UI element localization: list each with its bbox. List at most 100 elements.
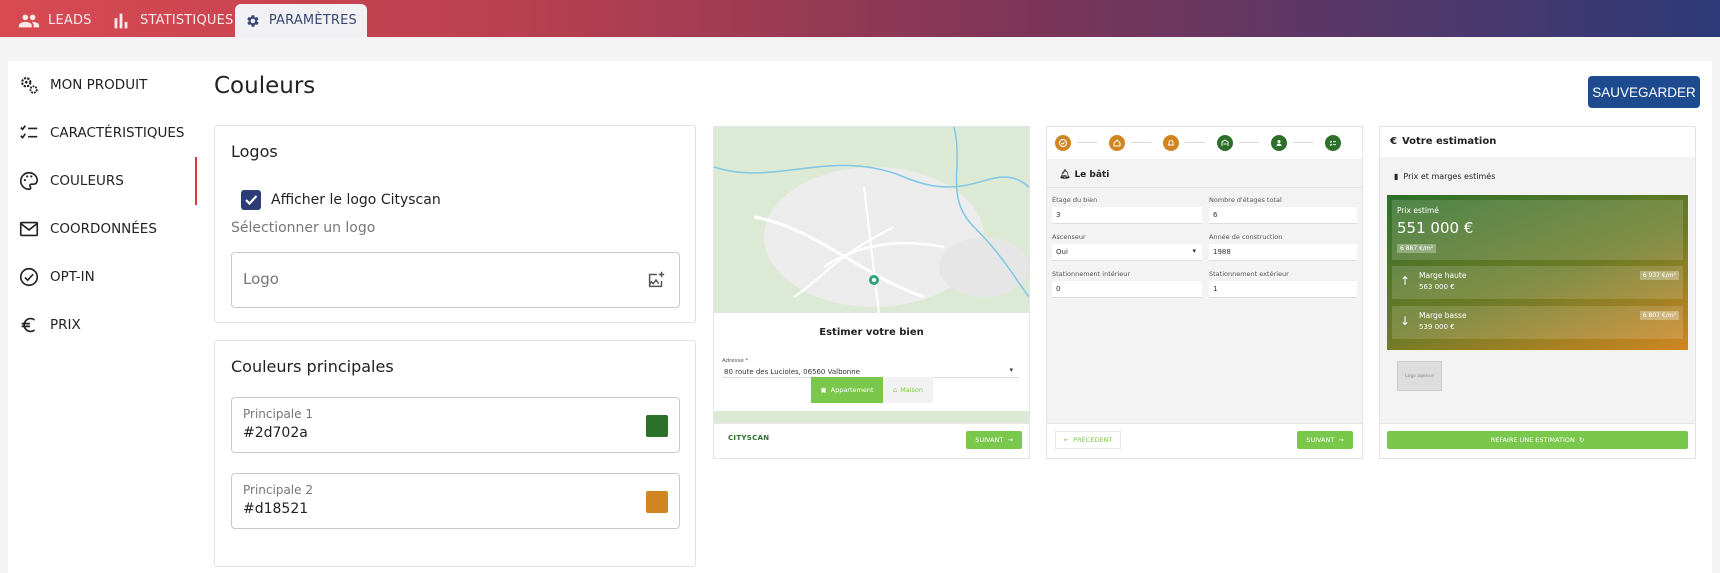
- check-circle-icon: [19, 267, 39, 287]
- sidebar-item-label: COORDONNÉES: [50, 221, 157, 237]
- palette-icon: [20, 171, 39, 191]
- estimated-price-panel: Prix estimé 551 000 € 6 887 €/m²: [1392, 200, 1683, 260]
- step-connector: [1131, 142, 1151, 143]
- tab-statistiques[interactable]: STATISTIQUES: [100, 4, 243, 37]
- next-label: SUIVANT: [1306, 436, 1335, 444]
- show-cityscan-logo-checkbox[interactable]: [241, 190, 261, 210]
- high-margin-m2-badge: 6 937 €/m²: [1639, 271, 1679, 280]
- address-value: 80 route des Lucioles, 06560 Valbonne: [724, 368, 860, 376]
- elevator-label: Ascenseur: [1052, 233, 1086, 241]
- tab-parametres[interactable]: PARAMÈTRES: [235, 4, 367, 37]
- section-title-text: Le bâti: [1074, 170, 1110, 180]
- tab-leads[interactable]: LEADS: [8, 4, 102, 37]
- price-label: Prix estimé: [1397, 206, 1439, 215]
- show-cityscan-logo-label: Afficher le logo Cityscan: [271, 192, 441, 208]
- add-image-icon[interactable]: [645, 269, 667, 291]
- elevator-select[interactable]: Ascenseur Oui ▾: [1052, 233, 1202, 261]
- arrow-right-icon: →: [1338, 436, 1344, 444]
- agency-logo-placeholder: Logo agence: [1397, 361, 1442, 391]
- outdoor-parking-value: 1: [1213, 285, 1218, 293]
- step-checklist-icon: [1325, 135, 1341, 151]
- primary-color-2-label: Principale 2: [243, 483, 313, 497]
- previous-button[interactable]: ← PRÉCÉDENT: [1055, 431, 1121, 449]
- total-floors-field[interactable]: Nombre d'étages total 6: [1209, 196, 1357, 224]
- primary-color-1-label: Principale 1: [243, 407, 313, 421]
- people-icon: [18, 14, 40, 27]
- map-image: [714, 127, 1029, 313]
- step-done-icon: [1055, 135, 1071, 151]
- step-house-icon: [1109, 135, 1125, 151]
- type-appartement-label: Appartement: [830, 386, 874, 394]
- building-icon: ▣: [820, 386, 827, 394]
- check-icon: [245, 195, 258, 206]
- stepper: [1047, 127, 1362, 159]
- result-title: € Votre estimation: [1390, 136, 1496, 147]
- elevator-value: Oui: [1056, 248, 1068, 256]
- indoor-parking-value: 0: [1056, 285, 1061, 293]
- result-title-text: Votre estimation: [1401, 136, 1497, 147]
- sidebar-item-caracteristiques[interactable]: CARACTÉRISTIQUES: [18, 118, 184, 148]
- select-logo-label: Sélectionner un logo: [231, 220, 376, 236]
- map-strip: [714, 411, 1029, 423]
- mail-icon: [19, 221, 39, 237]
- primary-color-1-swatch[interactable]: [646, 415, 668, 437]
- bell-icon: 🔔︎: [1059, 170, 1071, 180]
- indoor-parking-field[interactable]: Stationnement intérieur 0: [1052, 270, 1202, 298]
- primary-color-2-value: #d18521: [243, 501, 309, 517]
- tab-label: STATISTIQUES: [140, 13, 234, 28]
- logo-upload-field[interactable]: Logo: [231, 252, 680, 308]
- sidebar-item-mon-produit[interactable]: MON PRODUIT: [18, 70, 147, 100]
- result-subtitle-text: Prix et marges estimés: [1403, 172, 1496, 181]
- gear-icon: [247, 14, 259, 27]
- estimate-box: Prix estimé 551 000 € 6 887 €/m² ↑ Marge…: [1387, 195, 1688, 350]
- agency-logo-text: Logo agence: [1405, 373, 1434, 379]
- outdoor-parking-label: Stationnement extérieur: [1209, 270, 1289, 278]
- chevron-down-icon[interactable]: ▾: [1009, 366, 1013, 374]
- primary-color-1-field[interactable]: Principale 1 #2d702a: [231, 397, 680, 453]
- arrow-down-icon: ↓: [1400, 314, 1411, 328]
- save-button[interactable]: SAUVEGARDER: [1588, 76, 1700, 108]
- gears-icon: [21, 77, 38, 94]
- estimate-title: Estimer votre bien: [819, 327, 924, 338]
- refresh-icon: ↻: [1578, 436, 1585, 444]
- outdoor-parking-field[interactable]: Stationnement extérieur 1: [1209, 270, 1357, 298]
- sidebar-item-couleurs[interactable]: COULEURS: [18, 166, 124, 196]
- sidebar-item-prix[interactable]: PRIX: [18, 310, 81, 340]
- step-connector: [1239, 142, 1259, 143]
- bar-chart-icon: [114, 13, 128, 28]
- cityscan-logo-text: CITYSCAN: [728, 434, 770, 442]
- sidebar-item-opt-in[interactable]: OPT-IN: [18, 262, 95, 292]
- logos-title: Logos: [231, 142, 278, 161]
- tab-label: PARAMÈTRES: [268, 13, 357, 28]
- arrow-left-icon: ←: [1063, 436, 1070, 444]
- sidebar-item-coordonnees[interactable]: COORDONNÉES: [18, 214, 157, 244]
- next-button[interactable]: SUIVANT →: [1297, 431, 1353, 449]
- logos-card: Logos Afficher le logo Cityscan Sélectio…: [214, 125, 696, 323]
- primary-color-2-field[interactable]: Principale 2 #d18521: [231, 473, 680, 529]
- top-navigation-bar: LEADS STATISTIQUES PARAMÈTRES: [0, 0, 1720, 37]
- step-garage-icon: [1217, 135, 1233, 151]
- construction-year-field[interactable]: Année de construction 1988: [1209, 233, 1357, 261]
- previous-label: PRÉCÉDENT: [1073, 436, 1113, 444]
- indoor-parking-label: Stationnement intérieur: [1052, 270, 1131, 278]
- primary-color-2-swatch[interactable]: [646, 491, 668, 513]
- type-maison-button[interactable]: ⌂ Maison: [883, 377, 933, 403]
- price-value: 551 000 €: [1397, 219, 1474, 237]
- type-appartement-button[interactable]: ▣ Appartement: [811, 377, 883, 403]
- redo-estimation-button[interactable]: REFAIRE UNE ESTIMATION ↻: [1387, 431, 1688, 449]
- low-margin-value: 539 000 €: [1419, 323, 1455, 331]
- bar-chart-icon: ▮: [1394, 172, 1399, 181]
- sidebar-item-label: MON PRODUIT: [50, 77, 148, 93]
- total-floors-value: 6: [1213, 211, 1218, 219]
- low-margin-label: Marge basse: [1419, 311, 1467, 320]
- sidebar-item-label: OPT-IN: [50, 269, 95, 285]
- floor-field[interactable]: Étage du bien 3: [1052, 196, 1202, 224]
- address-field[interactable]: Adresse * 80 route des Lucioles, 06560 V…: [722, 358, 1019, 378]
- high-margin-label: Marge haute: [1419, 271, 1467, 280]
- next-button[interactable]: SUIVANT →: [966, 431, 1022, 449]
- high-margin-panel: ↑ Marge haute 563 000 € 6 937 €/m²: [1392, 266, 1683, 299]
- euro-icon: [21, 317, 36, 333]
- main-colors-title: Couleurs principales: [231, 357, 394, 376]
- sidebar-item-label: COULEURS: [50, 173, 124, 189]
- chevron-down-icon[interactable]: ▾: [1192, 247, 1196, 255]
